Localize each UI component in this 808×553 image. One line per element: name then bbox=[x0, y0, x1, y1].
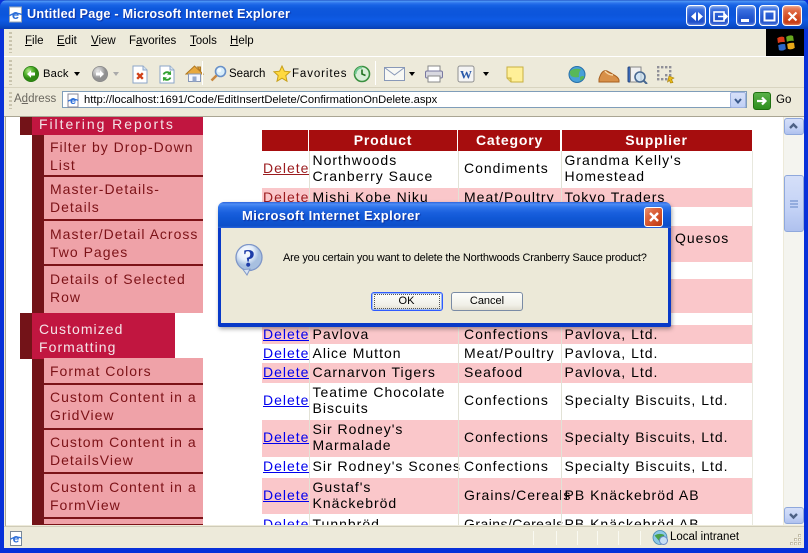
svg-text:e: e bbox=[70, 95, 76, 107]
svg-text:e: e bbox=[13, 532, 20, 546]
svg-text:W: W bbox=[460, 68, 472, 82]
svg-text:?: ? bbox=[243, 246, 256, 273]
